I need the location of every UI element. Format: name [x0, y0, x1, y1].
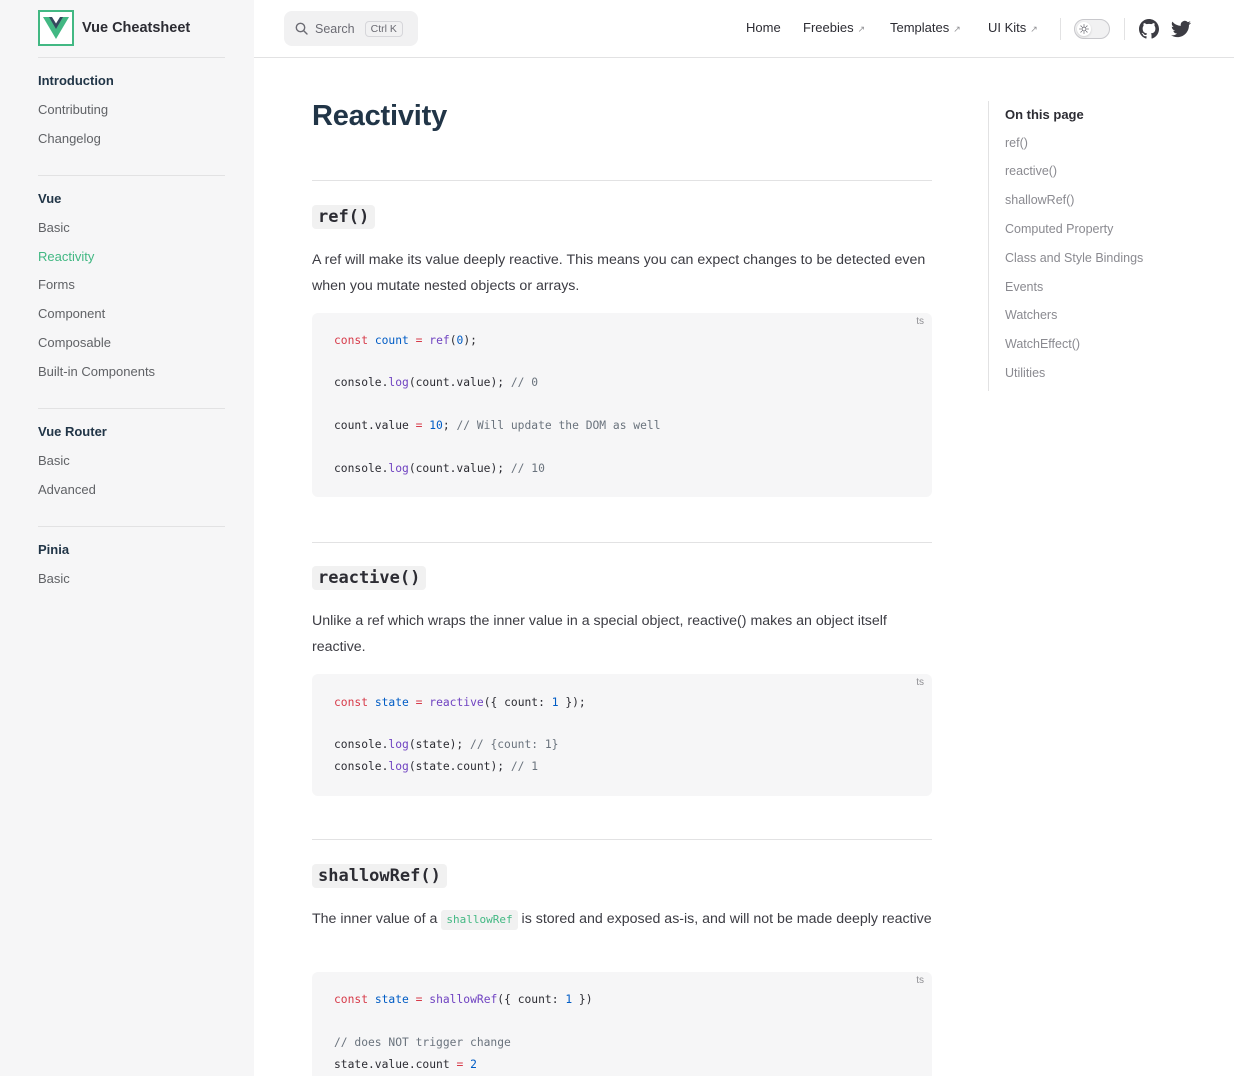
sidebar-item-router-basic[interactable]: Basic — [38, 453, 70, 468]
sidebar-item-changelog[interactable]: Changelog — [38, 131, 101, 146]
code-line: console.log(state); // {count: 1} — [334, 738, 559, 751]
sidebar-divider — [38, 57, 225, 58]
search-label: Search — [315, 21, 355, 36]
code-language-label: ts — [916, 975, 924, 986]
section-text-shallowref: The inner value of a shallowRef is store… — [312, 907, 932, 933]
external-link-icon: ↗ — [1030, 24, 1038, 34]
code-line: console.log(state.count); // 1 — [334, 760, 539, 773]
sidebar-item-pinia-basic[interactable]: Basic — [38, 571, 70, 586]
navbar-divider — [1124, 18, 1125, 40]
sidebar-item-built-in-components[interactable]: Built-in Components — [38, 364, 155, 379]
section-divider — [312, 839, 932, 840]
nav-link-templates[interactable]: Templates ↗ — [890, 20, 961, 35]
sidebar-divider — [38, 175, 225, 176]
search-button[interactable]: Search Ctrl K — [284, 11, 418, 46]
sidebar-item-vue-basic[interactable]: Basic — [38, 220, 70, 235]
sidebar-item-component[interactable]: Component — [38, 306, 105, 321]
code-line: const state = shallowRef({ count: 1 }) — [334, 993, 593, 1006]
sidebar-item-forms[interactable]: Forms — [38, 277, 75, 292]
code-language-label: ts — [916, 316, 924, 327]
theme-toggle[interactable] — [1074, 19, 1110, 39]
sidebar-group-title-vue: Vue — [38, 191, 62, 206]
section-divider — [312, 180, 932, 181]
twitter-icon[interactable] — [1171, 19, 1191, 39]
toc-item-watcheffect[interactable]: WatchEffect() — [1005, 337, 1080, 351]
code-language-label: ts — [916, 677, 924, 688]
search-icon — [295, 22, 308, 35]
toc-item-computed-property[interactable]: Computed Property — [1005, 222, 1113, 236]
text-fragment: is stored and exposed as-is, and will no… — [521, 911, 932, 927]
toc-item-reactive[interactable]: reactive() — [1005, 164, 1057, 178]
section-text-ref: A ref will make its value deeply reactiv… — [312, 252, 926, 294]
toc-item-events[interactable]: Events — [1005, 280, 1043, 294]
code-block-ref[interactable]: ts const count = ref(0); console.log(cou… — [312, 313, 932, 497]
external-link-icon: ↗ — [953, 24, 961, 34]
sidebar-group-title-introduction: Introduction — [38, 73, 114, 88]
vue-logo-icon — [38, 10, 74, 46]
sidebar-divider — [38, 526, 225, 527]
code-line: count.value = 10; // Will update the DOM… — [334, 419, 661, 432]
nav-link-home-label: Home — [746, 20, 781, 35]
external-link-icon: ↗ — [857, 24, 866, 34]
sidebar-item-composable[interactable]: Composable — [38, 335, 111, 350]
search-shortcut-badge: Ctrl K — [364, 20, 403, 37]
sidebar-item-contributing[interactable]: Contributing — [38, 102, 108, 117]
section-text-reactive: Unlike a ref which wraps the inner value… — [312, 613, 887, 655]
brand-name: Vue Cheatsheet — [82, 20, 191, 36]
section-heading-shallowref: shallowRef() — [312, 864, 447, 888]
sun-icon — [1077, 22, 1091, 36]
sidebar-divider — [38, 408, 225, 409]
nav-link-home[interactable]: Home — [746, 20, 781, 35]
nav-link-freebies-label: Freebies — [803, 20, 854, 35]
toc-item-class-style-bindings[interactable]: Class and Style Bindings — [1005, 251, 1143, 265]
top-navbar: Search Ctrl K Home Freebies ↗ Templates ↗ … — [254, 0, 1234, 58]
github-icon[interactable] — [1139, 19, 1159, 39]
inline-code-shallowref: shallowRef — [441, 910, 518, 930]
toc-item-shallowref[interactable]: shallowRef() — [1005, 193, 1074, 207]
sidebar-item-reactivity[interactable]: Reactivity — [38, 249, 94, 264]
nav-link-freebies[interactable]: Freebies ↗ — [803, 20, 865, 35]
code-block-shallowref[interactable]: ts const state = shallowRef({ count: 1 }… — [312, 972, 932, 1076]
code-line: console.log(count.value); // 10 — [334, 462, 545, 475]
code-line: const state = reactive({ count: 1 }); — [334, 696, 586, 709]
page-title: Reactivity — [312, 100, 448, 132]
text-fragment: The inner value of a — [312, 911, 438, 927]
nav-link-ui-kits-label: UI Kits — [988, 20, 1027, 35]
sidebar: Vue Cheatsheet Introduction Contributing… — [0, 0, 254, 1076]
code-block-reactive[interactable]: ts const state = reactive({ count: 1 });… — [312, 674, 932, 796]
toc-title: On this page — [1005, 107, 1084, 122]
sidebar-item-router-advanced[interactable]: Advanced — [38, 482, 96, 497]
code-line: state.value.count = 2 — [334, 1058, 477, 1071]
toc-item-ref[interactable]: ref() — [1005, 136, 1028, 150]
sidebar-group-title-vue-router: Vue Router — [38, 424, 107, 439]
code-line: // does NOT trigger change — [334, 1036, 511, 1049]
section-heading-reactive: reactive() — [312, 566, 427, 590]
code-line: const count = ref(0); — [334, 334, 477, 347]
toc-item-watchers[interactable]: Watchers — [1005, 308, 1057, 322]
code-line: console.log(count.value); // 0 — [334, 376, 539, 389]
toc-item-utilities[interactable]: Utilities — [1005, 366, 1045, 380]
section-divider — [312, 542, 932, 543]
brand-logo-link[interactable]: Vue Cheatsheet — [38, 10, 190, 46]
sidebar-group-title-pinia: Pinia — [38, 542, 70, 557]
nav-link-ui-kits[interactable]: UI Kits ↗ — [988, 20, 1038, 35]
on-this-page-toc: On this page ref() reactive() shallowRef… — [988, 101, 1188, 391]
nav-link-templates-label: Templates — [890, 20, 950, 35]
section-heading-ref: ref() — [312, 205, 376, 229]
navbar-divider — [1060, 18, 1061, 40]
